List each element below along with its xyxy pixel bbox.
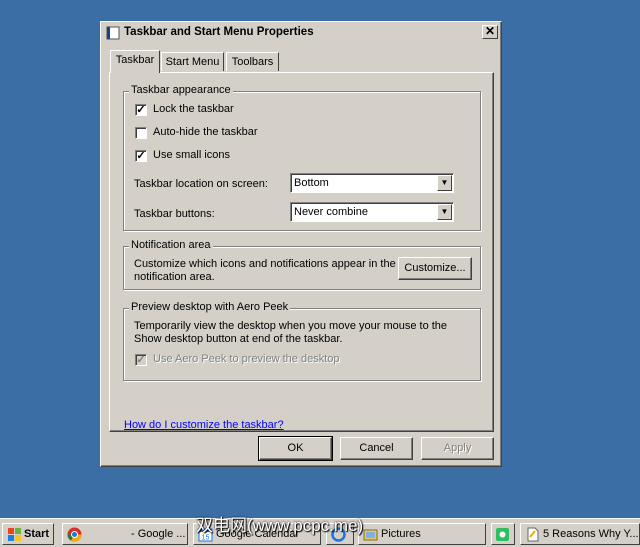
taskbar-item-label: 5 Reasons Why Y...	[543, 528, 639, 540]
title-bar[interactable]: Taskbar and Start Menu Properties ✕	[103, 24, 499, 43]
taskbar-item-evernote[interactable]	[491, 523, 515, 545]
small-icons-checkbox[interactable]: ✓	[135, 150, 147, 162]
aero-peek-description: Temporarily view the desktop when you mo…	[134, 320, 448, 345]
autohide-checkbox[interactable]	[135, 127, 147, 139]
small-icons-label: Use small icons	[153, 149, 231, 161]
taskbar-appearance-legend: Taskbar appearance	[129, 84, 233, 96]
evernote-icon	[496, 528, 509, 541]
watermark: 双电网(www.pcpc.me)	[196, 516, 364, 535]
help-link[interactable]: How do I customize the taskbar?	[124, 419, 284, 431]
aero-peek-group: Preview desktop with Aero Peek Temporari…	[123, 301, 481, 381]
tab-taskbar[interactable]: Taskbar	[110, 50, 160, 73]
autohide-label: Auto-hide the taskbar	[153, 126, 258, 138]
taskbar-buttons-value: Never combine	[294, 206, 368, 218]
taskbar-buttons-select[interactable]: Never combine ▼	[290, 202, 454, 222]
tab-start-menu[interactable]: Start Menu	[161, 52, 224, 71]
tab-toolbars[interactable]: Toolbars	[226, 52, 279, 71]
aero-peek-legend: Preview desktop with Aero Peek	[129, 301, 291, 313]
lock-taskbar-checkbox[interactable]: ✓	[135, 104, 147, 116]
taskbar-appearance-group: Taskbar appearance ✓ Lock the taskbar Au…	[123, 84, 481, 231]
aero-peek-label: Use Aero Peek to preview the desktop	[153, 353, 340, 365]
ok-button[interactable]: OK	[258, 436, 333, 461]
buttons-label: Taskbar buttons:	[134, 208, 215, 220]
location-select[interactable]: Bottom ▼	[290, 173, 454, 193]
close-button[interactable]: ✕	[482, 25, 498, 39]
window-title: Taskbar and Start Menu Properties	[124, 26, 314, 38]
document-icon	[527, 527, 539, 542]
notification-description: Customize which icons and notifications …	[134, 258, 396, 283]
location-value: Bottom	[294, 177, 329, 189]
chevron-down-icon[interactable]: ▼	[437, 175, 452, 191]
chevron-down-icon[interactable]: ▼	[437, 204, 452, 220]
windows-logo-icon	[8, 528, 21, 541]
aero-peek-checkbox: ✓	[135, 354, 147, 366]
notification-area-group: Notification area Customize which icons …	[123, 239, 481, 290]
taskbar-item-label: Pictures	[381, 528, 421, 540]
apply-button: Apply	[421, 437, 494, 460]
taskbar-item-pictures[interactable]: Pictures	[358, 523, 486, 545]
notification-area-legend: Notification area	[129, 239, 213, 251]
location-label: Taskbar location on screen:	[134, 178, 268, 190]
customize-button[interactable]: Customize...	[398, 257, 472, 280]
start-label: Start	[24, 528, 50, 540]
tab-panel: Taskbar appearance ✓ Lock the taskbar Au…	[109, 72, 494, 432]
taskbar-item-label: - Google ...	[131, 528, 186, 540]
taskbar-properties-dialog: Taskbar and Start Menu Properties ✕ Task…	[100, 21, 502, 467]
chrome-icon	[67, 527, 82, 542]
taskbar-properties-icon	[106, 26, 120, 40]
folder-icon	[363, 529, 378, 541]
start-button[interactable]: Start	[2, 523, 54, 545]
lock-taskbar-label: Lock the taskbar	[153, 103, 234, 115]
taskbar-item-document[interactable]: 5 Reasons Why Y...	[520, 523, 640, 545]
cancel-button[interactable]: Cancel	[340, 437, 413, 460]
taskbar-item-chrome[interactable]: - Google ...	[62, 523, 188, 545]
